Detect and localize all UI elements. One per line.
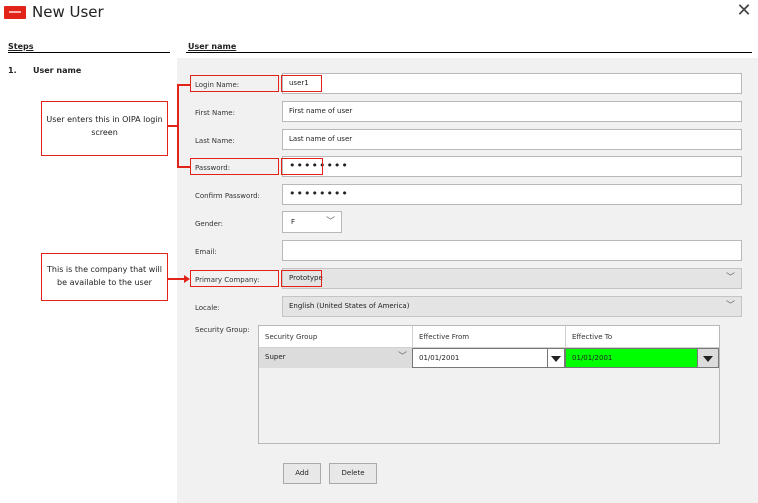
locale-label: Locale: xyxy=(195,304,220,312)
delete-button[interactable]: Delete xyxy=(329,463,377,484)
caret-down-icon xyxy=(703,356,713,362)
company-label-highlight xyxy=(190,270,279,287)
security-group-label: Security Group: xyxy=(195,326,250,334)
effective-from-dropdown[interactable] xyxy=(548,348,565,368)
password-input[interactable]: •••••••• xyxy=(282,156,742,177)
security-group-select[interactable]: Super ﹀ xyxy=(259,348,411,368)
steps-divider xyxy=(8,52,170,53)
confirm-password-input[interactable]: •••••••• xyxy=(282,184,742,205)
locale-value: English (United States of America) xyxy=(289,302,410,310)
chevron-down-icon: ﹀ xyxy=(725,273,735,283)
window-title: New User xyxy=(32,3,104,21)
email-input[interactable] xyxy=(282,240,742,261)
confirm-password-label: Confirm Password: xyxy=(195,192,260,200)
last-name-label: Last Name: xyxy=(195,137,235,145)
company-callout: This is the company that will be availab… xyxy=(41,253,168,301)
email-label: Email: xyxy=(195,248,217,256)
oracle-logo xyxy=(4,6,26,19)
last-name-input[interactable]: Last name of user xyxy=(282,129,742,150)
grid-header: Security Group Effective From Effective … xyxy=(259,326,719,348)
password-value-highlight xyxy=(281,158,323,175)
step-item-user-name[interactable]: User name xyxy=(33,66,81,75)
step-number: 1. xyxy=(8,66,17,75)
bracket-stem xyxy=(168,125,178,127)
company-value-highlight xyxy=(281,270,322,287)
table-row[interactable]: Super ﹀ 01/01/2001 01/01/2001 xyxy=(259,348,719,368)
arrow-head-icon xyxy=(184,275,190,283)
security-group-value: Super xyxy=(265,353,286,361)
first-name-label: First Name: xyxy=(195,109,235,117)
effective-to-input[interactable]: 01/01/2001 xyxy=(565,348,698,368)
bracket-top xyxy=(177,84,191,86)
chevron-down-icon: ﹀ xyxy=(397,352,407,362)
add-button[interactable]: Add xyxy=(283,463,321,484)
effective-from-input[interactable]: 01/01/2001 xyxy=(412,348,548,368)
caret-down-icon xyxy=(551,356,561,362)
login-label-highlight xyxy=(190,75,279,92)
grid-empty-area xyxy=(259,368,719,443)
login-callout: User enters this in OIPA login screen xyxy=(41,101,168,156)
header-security-group: Security Group xyxy=(265,333,318,341)
chevron-down-icon: ﹀ xyxy=(725,301,735,311)
password-label-highlight xyxy=(190,158,279,175)
effective-to-dropdown[interactable] xyxy=(698,348,719,368)
chevron-down-icon: ﹀ xyxy=(325,217,335,227)
header-effective-to: Effective To xyxy=(565,326,719,348)
primary-company-select[interactable]: Prototype ﹀ xyxy=(282,268,742,289)
login-value-highlight xyxy=(281,75,322,92)
locale-select[interactable]: English (United States of America) ﹀ xyxy=(282,296,742,317)
steps-heading: Steps xyxy=(8,42,34,51)
header-effective-from: Effective From xyxy=(412,326,565,348)
first-name-input[interactable]: First name of user xyxy=(282,101,742,122)
gender-label: Gender: xyxy=(195,220,224,228)
section-divider xyxy=(186,52,752,53)
bracket-bottom xyxy=(177,166,191,168)
gender-select[interactable]: F ﹀ xyxy=(282,211,342,233)
login-name-input[interactable]: user1 xyxy=(282,73,742,94)
section-heading: User name xyxy=(188,42,237,51)
close-icon[interactable]: ✕ xyxy=(735,1,753,21)
gender-value: F xyxy=(291,218,296,226)
